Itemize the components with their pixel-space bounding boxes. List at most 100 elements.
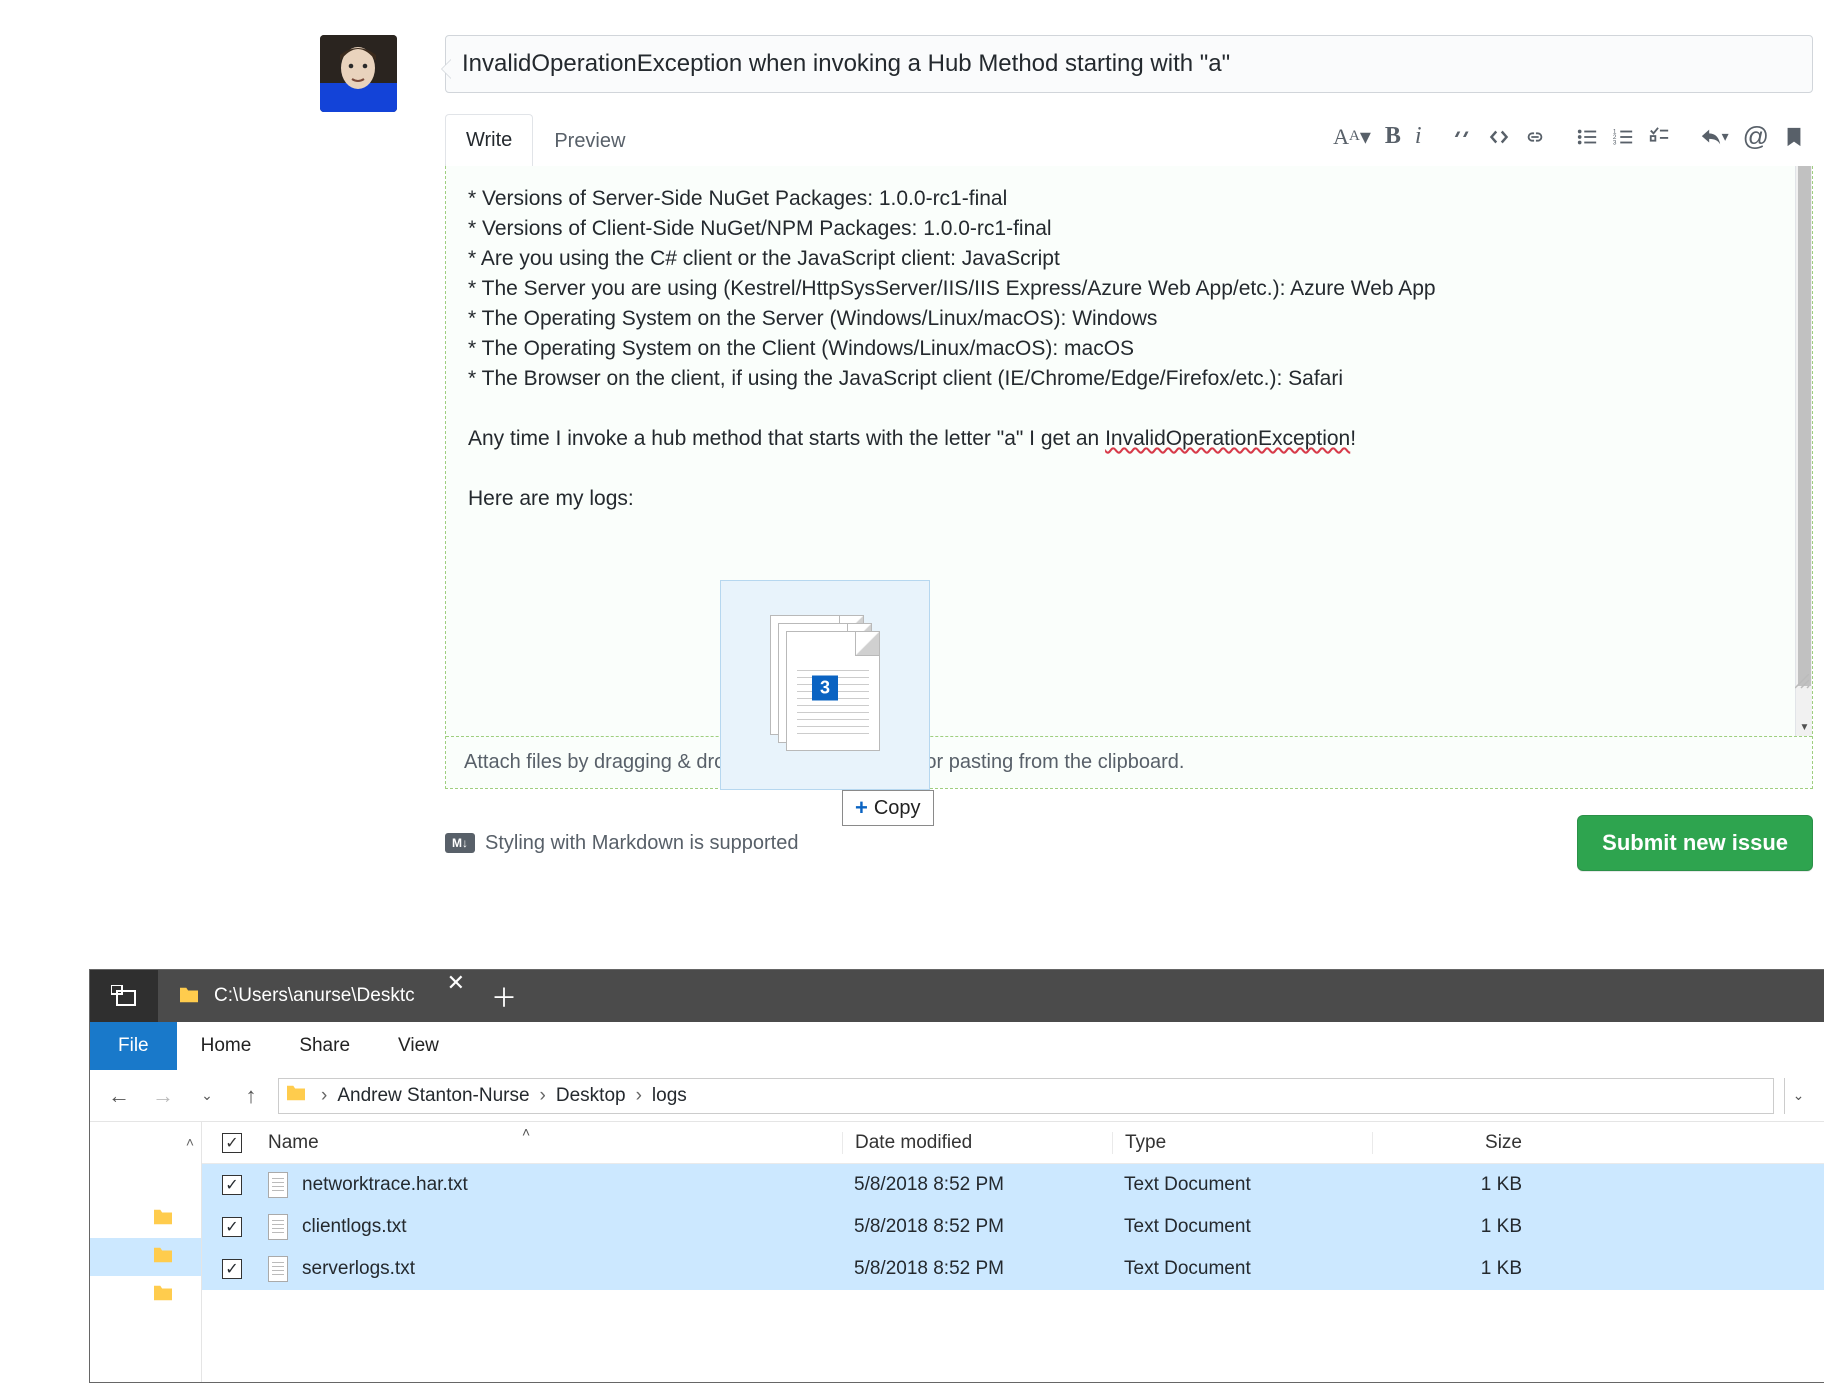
- row-size: 1 KB: [1372, 1216, 1542, 1238]
- attach-hint-suffix: , or pasting from the clipboard.: [914, 751, 1184, 773]
- nav-up-icon[interactable]: ↑: [234, 1079, 268, 1113]
- row-date: 5/8/2018 8:52 PM: [842, 1258, 1112, 1280]
- folder-icon: [152, 1208, 174, 1231]
- chevron-right-icon[interactable]: ›: [630, 1085, 648, 1107]
- form-footer: M↓ Styling with Markdown is supported Su…: [445, 815, 1813, 871]
- scrollbar[interactable]: ▼: [1795, 166, 1812, 736]
- markdown-hint[interactable]: M↓ Styling with Markdown is supported: [445, 832, 798, 855]
- numbered-list-icon[interactable]: 123: [1612, 126, 1634, 148]
- row-checkbox[interactable]: ✓: [202, 1259, 262, 1279]
- table-row[interactable]: ✓serverlogs.txt5/8/2018 8:52 PMText Docu…: [202, 1248, 1824, 1290]
- attach-hint-prefix: Attach files by dragging & dropping,: [464, 751, 785, 773]
- sidebar-item[interactable]: [90, 1238, 201, 1276]
- bold-icon[interactable]: B: [1385, 123, 1401, 150]
- sidebar-scroll-up-icon[interactable]: ˄: [179, 1122, 201, 1162]
- text-file-icon: [268, 1172, 288, 1198]
- row-date: 5/8/2018 8:52 PM: [842, 1174, 1112, 1196]
- tab-preview[interactable]: Preview: [533, 115, 646, 167]
- ribbon-view[interactable]: View: [374, 1022, 463, 1070]
- row-size: 1 KB: [1372, 1174, 1542, 1196]
- header-date[interactable]: Date modified: [842, 1132, 1112, 1154]
- avatar: [320, 35, 397, 112]
- resize-grip-icon[interactable]: [1795, 674, 1811, 690]
- text-file-icon: [268, 1256, 288, 1282]
- file-explorer-window: C:\Users\anurse\Desktc ✕ ＋ File Home Sha…: [90, 970, 1824, 1382]
- folder-icon: [285, 1084, 307, 1108]
- bullet-list-icon[interactable]: [1576, 126, 1598, 148]
- issue-body-textarea[interactable]: [446, 166, 1812, 736]
- row-checkbox[interactable]: ✓: [202, 1175, 262, 1195]
- chevron-right-icon[interactable]: ›: [315, 1085, 333, 1107]
- explorer-tab[interactable]: C:\Users\anurse\Desktc: [158, 970, 435, 1022]
- markdown-hint-text: Styling with Markdown is supported: [485, 832, 798, 855]
- scrollbar-down-icon[interactable]: ▼: [1796, 719, 1813, 736]
- sort-asc-icon: ˄: [522, 1124, 530, 1140]
- bookmark-icon[interactable]: [1783, 126, 1805, 148]
- breadcrumb-segment[interactable]: Andrew Stanton-Nurse: [337, 1085, 529, 1107]
- issue-title-input[interactable]: [445, 35, 1813, 93]
- row-type: Text Document: [1112, 1216, 1372, 1238]
- header-size[interactable]: Size: [1372, 1132, 1542, 1154]
- row-name: serverlogs.txt: [262, 1256, 842, 1282]
- mention-icon[interactable]: @: [1743, 121, 1769, 152]
- row-name: networktrace.har.txt: [262, 1172, 842, 1198]
- folder-icon: [178, 986, 200, 1007]
- nav-forward-icon[interactable]: →: [146, 1079, 180, 1113]
- nav-back-icon[interactable]: ←: [102, 1079, 136, 1113]
- address-dropdown-icon[interactable]: ⌄: [1784, 1078, 1812, 1114]
- explorer-new-tab-icon[interactable]: ＋: [477, 970, 531, 1022]
- header-type[interactable]: Type: [1112, 1132, 1372, 1154]
- folder-icon: [152, 1246, 174, 1269]
- ribbon-home[interactable]: Home: [177, 1022, 276, 1070]
- tab-write[interactable]: Write: [445, 114, 533, 167]
- sidebar-item[interactable]: [90, 1276, 201, 1314]
- explorer-tab-title: C:\Users\anurse\Desktc: [214, 985, 415, 1007]
- nav-recent-icon[interactable]: ⌄: [190, 1079, 224, 1113]
- table-row[interactable]: ✓networktrace.har.txt5/8/2018 8:52 PMTex…: [202, 1164, 1824, 1206]
- svg-text:3: 3: [1612, 139, 1616, 146]
- row-type: Text Document: [1112, 1174, 1372, 1196]
- address-bar[interactable]: › Andrew Stanton-Nurse › Desktop › logs: [278, 1078, 1774, 1114]
- markdown-icon: M↓: [445, 833, 475, 853]
- breadcrumb-segment[interactable]: logs: [652, 1085, 687, 1107]
- explorer-nav: ← → ⌄ ↑ › Andrew Stanton-Nurse › Desktop…: [90, 1070, 1824, 1122]
- text-file-icon: [268, 1214, 288, 1240]
- row-date: 5/8/2018 8:52 PM: [842, 1216, 1112, 1238]
- row-name: clientlogs.txt: [262, 1214, 842, 1240]
- explorer-file-list: ✓ Name ˄ Date modified Type Size ✓networ…: [202, 1122, 1824, 1382]
- ribbon-share[interactable]: Share: [275, 1022, 374, 1070]
- link-icon[interactable]: [1524, 126, 1546, 148]
- code-icon[interactable]: [1488, 126, 1510, 148]
- table-row[interactable]: ✓clientlogs.txt5/8/2018 8:52 PMText Docu…: [202, 1206, 1824, 1248]
- scrollbar-thumb[interactable]: [1798, 166, 1811, 686]
- explorer-sidebar: ˄: [90, 1122, 202, 1382]
- explorer-ribbon: File Home Share View: [90, 1022, 1824, 1070]
- italic-icon[interactable]: i: [1415, 123, 1422, 150]
- explorer-body: ˄ ✓ Name ˄ Date modified Type Size ✓netw…: [90, 1122, 1824, 1382]
- sidebar-item[interactable]: [90, 1200, 201, 1238]
- explorer-taskview-icon[interactable]: [90, 970, 158, 1022]
- row-checkbox[interactable]: ✓: [202, 1217, 262, 1237]
- issue-form: Write Preview AA▾ B i: [445, 35, 1813, 871]
- chevron-right-icon[interactable]: ›: [534, 1085, 552, 1107]
- column-headers: ✓ Name ˄ Date modified Type Size: [202, 1122, 1824, 1164]
- editor-toolbar: AA▾ B i 123: [1333, 121, 1805, 152]
- folder-icon: [152, 1284, 174, 1307]
- attach-select-link[interactable]: selecting them: [785, 751, 914, 773]
- issue-body-area: * Versions of Server-Side NuGet Packages…: [445, 166, 1813, 789]
- text-size-icon[interactable]: AA▾: [1333, 124, 1371, 150]
- reply-icon[interactable]: ▾: [1700, 126, 1729, 148]
- header-checkbox[interactable]: ✓: [202, 1133, 262, 1153]
- quote-icon[interactable]: [1452, 126, 1474, 148]
- editor-tabs: Write Preview AA▾ B i: [445, 111, 1813, 167]
- breadcrumb-segment[interactable]: Desktop: [556, 1085, 626, 1107]
- row-size: 1 KB: [1372, 1258, 1542, 1280]
- task-list-icon[interactable]: [1648, 126, 1670, 148]
- header-name[interactable]: Name ˄: [262, 1132, 842, 1154]
- submit-issue-button[interactable]: Submit new issue: [1577, 815, 1813, 871]
- explorer-titlebar: C:\Users\anurse\Desktc ✕ ＋: [90, 970, 1824, 1022]
- row-type: Text Document: [1112, 1258, 1372, 1280]
- ribbon-file[interactable]: File: [90, 1022, 177, 1070]
- explorer-tab-close-icon[interactable]: ✕: [435, 970, 477, 1022]
- attach-hint: Attach files by dragging & dropping, sel…: [446, 736, 1812, 788]
